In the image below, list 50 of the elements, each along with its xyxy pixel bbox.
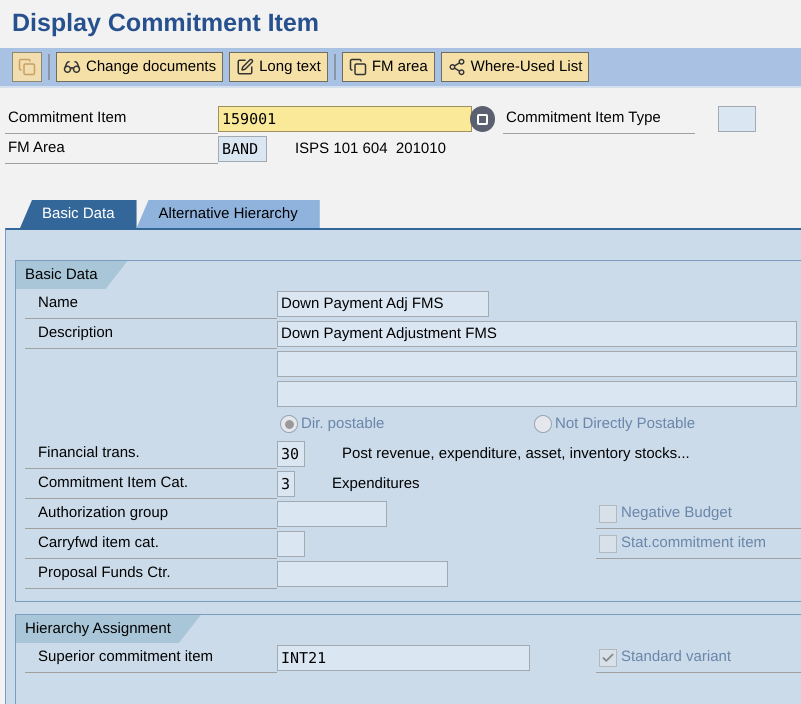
copy-icon: [348, 58, 367, 76]
checkbox-label: Negative Budget: [621, 503, 732, 524]
check-icon: [601, 650, 615, 664]
value-help-button[interactable]: [470, 106, 495, 132]
value-help-icon: [477, 114, 488, 124]
tree-icon: [448, 58, 466, 76]
input-field[interactable]: 3: [277, 471, 295, 497]
input-field[interactable]: INT21: [277, 645, 530, 671]
glasses-icon: [63, 58, 81, 76]
group-title: Basic Data: [16, 261, 128, 289]
radio-label: Dir. postable: [301, 414, 384, 434]
input-field[interactable]: 30: [277, 441, 305, 467]
page-title: Display Commitment Item: [12, 8, 320, 40]
tab[interactable]: Basic Data: [20, 200, 137, 228]
field-label: Description: [37, 323, 114, 344]
group-title: Hierarchy Assignment: [16, 615, 201, 643]
checkbox-label: Stat.commitment item: [621, 533, 766, 554]
field-label: Commitment Item Cat.: [37, 473, 188, 494]
field-label: FM Area: [7, 138, 65, 158]
input-field[interactable]: [277, 561, 448, 587]
toolbar-button[interactable]: Where-Used List: [440, 52, 590, 82]
input-field[interactable]: Down Payment Adjustment FMS: [277, 321, 797, 347]
field-label: Proposal Funds Ctr.: [37, 563, 171, 584]
field-label: Superior commitment item: [37, 647, 214, 668]
tab[interactable]: Alternative Hierarchy: [136, 200, 320, 228]
radio-label: Not Directly Postable: [555, 414, 696, 434]
toolbar-button[interactable]: Long text: [229, 52, 328, 82]
field-label: Financial trans.: [37, 443, 140, 464]
input-field[interactable]: [277, 381, 797, 407]
field-text: Expenditures: [332, 474, 420, 494]
toolbar-button[interactable]: FM area: [342, 52, 435, 82]
checkbox-label: Standard variant: [621, 647, 732, 668]
field-label: Commitment Item: [7, 108, 126, 128]
input-field[interactable]: 159001: [218, 106, 472, 132]
input-field[interactable]: Down Payment Adj FMS: [277, 291, 489, 317]
toolbar-button[interactable]: Change documents: [56, 52, 224, 82]
field-label: Authorization group: [37, 503, 168, 524]
field-label: Carryfwd item cat.: [37, 533, 159, 554]
input-field[interactable]: [277, 501, 387, 527]
field-text: ISPS 101 604 201010: [295, 138, 446, 159]
input-field[interactable]: [277, 531, 305, 557]
pencil-icon: [236, 58, 254, 76]
field-label: Commitment Item Type: [505, 108, 661, 128]
input-field[interactable]: [277, 351, 797, 377]
field-text: Post revenue, expenditure, asset, inventory stocks...: [342, 444, 690, 464]
copy-button[interactable]: [12, 52, 42, 82]
input-field[interactable]: [718, 106, 756, 132]
input-field[interactable]: BAND: [218, 136, 267, 162]
field-label: Name: [37, 293, 78, 314]
copy-icon: [18, 58, 36, 76]
